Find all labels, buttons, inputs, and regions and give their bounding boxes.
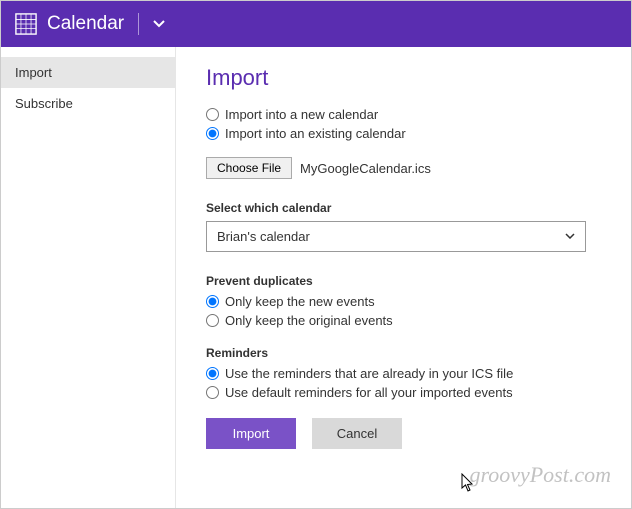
radio-label: Use the reminders that are already in yo… (225, 366, 513, 381)
radio-reminders-default[interactable]: Use default reminders for all your impor… (206, 385, 601, 400)
button-row: Import Cancel (206, 418, 601, 449)
reminders-section: Reminders Use the reminders that are alr… (206, 346, 601, 400)
selected-file-name: MyGoogleCalendar.ics (300, 161, 431, 176)
import-button[interactable]: Import (206, 418, 296, 449)
radio-label: Only keep the new events (225, 294, 375, 309)
radio-input[interactable] (206, 108, 219, 121)
select-value: Brian's calendar (217, 229, 310, 244)
radio-label: Import into an existing calendar (225, 126, 406, 141)
file-chooser-row: Choose File MyGoogleCalendar.ics (206, 157, 601, 179)
header-divider (138, 13, 139, 35)
sidebar-item-label: Subscribe (15, 96, 73, 111)
radio-import-new[interactable]: Import into a new calendar (206, 107, 601, 122)
calendar-icon (15, 13, 37, 35)
select-calendar-label: Select which calendar (206, 201, 601, 215)
radio-import-existing[interactable]: Import into an existing calendar (206, 126, 601, 141)
duplicates-section: Prevent duplicates Only keep the new eve… (206, 274, 601, 328)
sidebar-item-label: Import (15, 65, 52, 80)
radio-input[interactable] (206, 127, 219, 140)
radio-label: Import into a new calendar (225, 107, 378, 122)
radio-input[interactable] (206, 367, 219, 380)
radio-input[interactable] (206, 295, 219, 308)
sidebar: Import Subscribe (1, 47, 176, 508)
choose-file-button[interactable]: Choose File (206, 157, 292, 179)
radio-keep-original[interactable]: Only keep the original events (206, 313, 601, 328)
watermark-text: groovyPost.com (469, 462, 611, 488)
app-header: Calendar (1, 1, 631, 47)
calendar-select[interactable]: Brian's calendar (206, 221, 586, 252)
radio-input[interactable] (206, 314, 219, 327)
radio-label: Only keep the original events (225, 313, 393, 328)
radio-reminders-ics[interactable]: Use the reminders that are already in yo… (206, 366, 601, 381)
main-panel: Import Import into a new calendar Import… (176, 47, 631, 508)
duplicates-label: Prevent duplicates (206, 274, 601, 288)
radio-label: Use default reminders for all your impor… (225, 385, 513, 400)
content-area: Import Subscribe Import Import into a ne… (1, 47, 631, 508)
import-mode-group: Import into a new calendar Import into a… (206, 107, 601, 141)
page-title: Import (206, 65, 601, 91)
calendar-select-section: Select which calendar Brian's calendar (206, 201, 601, 252)
radio-input[interactable] (206, 386, 219, 399)
sidebar-item-subscribe[interactable]: Subscribe (1, 88, 175, 119)
cancel-button[interactable]: Cancel (312, 418, 402, 449)
chevron-down-icon[interactable] (153, 17, 165, 31)
cursor-icon (461, 473, 475, 496)
sidebar-item-import[interactable]: Import (1, 57, 175, 88)
reminders-label: Reminders (206, 346, 601, 360)
chevron-down-icon (565, 231, 575, 242)
app-title: Calendar (47, 13, 124, 35)
radio-keep-new[interactable]: Only keep the new events (206, 294, 601, 309)
